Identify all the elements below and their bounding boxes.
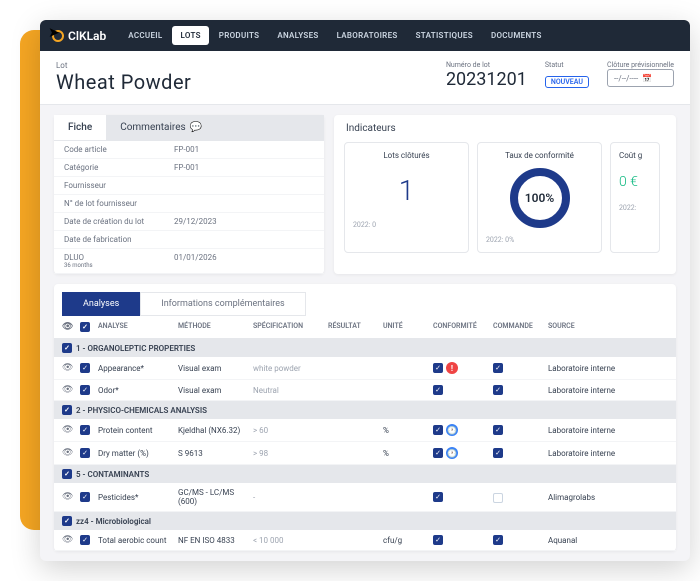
- order-checkbox[interactable]: [493, 385, 503, 395]
- app-window: ClKLab ACCUEILLOTSPRODUITSANALYSESLABORA…: [40, 20, 690, 561]
- comment-icon: 💬: [190, 122, 202, 133]
- section-checkbox[interactable]: [62, 405, 72, 415]
- col-header: SOURCE: [548, 322, 668, 332]
- table-row: 👁Odor*Visual examNeutralLaboratoire inte…: [54, 380, 676, 401]
- eye-icon[interactable]: 👁: [62, 385, 73, 395]
- status-badge: NOUVEAU: [545, 76, 589, 88]
- page-title: Wheat Powder: [56, 70, 191, 94]
- indicator-card: Lots clôturés12022: 0: [344, 142, 469, 253]
- section-header[interactable]: 2 - PHYSICO-CHEMICALS ANALYSIS: [54, 401, 676, 419]
- col-header: RÉSULTAT: [328, 322, 383, 332]
- table-row: 👁Pesticides*GC/MS - LC/MS (600)-Alimagro…: [54, 483, 676, 512]
- header-sub: Lot: [56, 61, 191, 70]
- section-header[interactable]: 1 - ORGANOLEPTIC PROPERTIES: [54, 339, 676, 357]
- table-row: 👁Dry matter (%)S 9613> 98%🕐Laboratoire i…: [54, 442, 676, 465]
- fiche-card: Fiche Commentaires 💬 Code articleFP-001C…: [54, 115, 324, 274]
- order-checkbox[interactable]: [493, 425, 503, 435]
- order-checkbox[interactable]: [493, 493, 503, 503]
- eye-icon[interactable]: 👁: [62, 448, 73, 458]
- fiche-row: DLUO36 months01/01/2026: [54, 249, 324, 274]
- clock-icon: 🕐: [446, 424, 458, 436]
- section-header[interactable]: zz4 - Microbiological: [54, 512, 676, 530]
- eye-icon: 👁: [62, 322, 73, 332]
- row-checkbox[interactable]: [80, 385, 90, 395]
- analyses-card: Analyses Informations complémentaires 👁A…: [54, 284, 676, 551]
- tab-infos-compl[interactable]: Informations complémentaires: [140, 292, 305, 316]
- conformity-checkbox[interactable]: [433, 385, 443, 395]
- order-checkbox[interactable]: [493, 363, 503, 373]
- indicator-card: Coût g0 €2022:: [610, 142, 660, 253]
- lot-number-label: Numéro de lot: [446, 61, 527, 69]
- conformity-checkbox[interactable]: [433, 425, 443, 435]
- eye-icon[interactable]: 👁: [62, 425, 73, 435]
- table-row: 👁Appearance*Visual examwhite powder!Labo…: [54, 357, 676, 380]
- nav-accueil[interactable]: ACCUEIL: [120, 26, 170, 45]
- order-checkbox[interactable]: [493, 448, 503, 458]
- close-date-label: Clôture prévisionnelle: [607, 61, 674, 69]
- conformity-checkbox[interactable]: [433, 492, 443, 502]
- section-checkbox[interactable]: [62, 343, 72, 353]
- fiche-row: N° de lot fournisseur: [54, 195, 324, 213]
- row-checkbox[interactable]: [80, 363, 90, 373]
- row-checkbox[interactable]: [80, 448, 90, 458]
- tab-commentaires[interactable]: Commentaires 💬: [106, 115, 324, 140]
- close-date-value: --/--/----: [614, 74, 638, 83]
- page-header: Lot Wheat Powder Numéro de lot 20231201 …: [40, 51, 690, 105]
- alert-icon: !: [446, 362, 458, 374]
- row-checkbox[interactable]: [80, 492, 90, 502]
- col-header: COMMANDE: [493, 322, 548, 332]
- nav-documents[interactable]: DOCUMENTS: [483, 26, 550, 45]
- eye-icon[interactable]: 👁: [62, 492, 73, 502]
- calendar-icon: 📅: [642, 74, 652, 83]
- col-header: CONFORMITÉ: [433, 322, 493, 332]
- fiche-row: Date de fabrication: [54, 231, 324, 249]
- lot-number-value: 20231201: [446, 69, 527, 90]
- tab-fiche[interactable]: Fiche: [54, 115, 106, 140]
- col-header: 👁: [62, 322, 80, 332]
- fiche-row: CatégorieFP-001: [54, 159, 324, 177]
- brand-text: ClKLab: [68, 29, 106, 43]
- eye-icon[interactable]: 👁: [62, 363, 73, 373]
- conformity-checkbox[interactable]: [433, 448, 443, 458]
- fiche-row: Date de création du lot29/12/2023: [54, 213, 324, 231]
- table-row: 👁Protein contentKjeldhal (NX6.32)> 60%🕐L…: [54, 419, 676, 442]
- select-all-checkbox[interactable]: [80, 322, 90, 332]
- nav-statistiques[interactable]: STATISTIQUES: [408, 26, 481, 45]
- nav-produits[interactable]: PRODUITS: [211, 26, 268, 45]
- table-row: 👁Total aerobic countNF EN ISO 4833< 10 0…: [54, 530, 676, 551]
- fiche-row: Code articleFP-001: [54, 141, 324, 159]
- section-header[interactable]: 5 - CONTAMINANTS: [54, 465, 676, 483]
- conformity-donut: 100%: [510, 168, 570, 228]
- col-header: UNITÉ: [383, 322, 433, 332]
- nav-lots[interactable]: LOTS: [172, 26, 208, 45]
- row-checkbox[interactable]: [80, 425, 90, 435]
- top-navbar: ClKLab ACCUEILLOTSPRODUITSANALYSESLABORA…: [40, 20, 690, 51]
- indicators-title: Indicateurs: [334, 115, 676, 142]
- conformity-checkbox[interactable]: [433, 363, 443, 373]
- indicator-card: Taux de conformité100%2022: 0%: [477, 142, 602, 253]
- indicators-card: Indicateurs Lots clôturés12022: 0Taux de…: [334, 115, 676, 274]
- section-checkbox[interactable]: [62, 516, 72, 526]
- cursor-icon: ➤: [48, 25, 60, 41]
- col-header: SPÉCIFICATION: [253, 322, 328, 332]
- status-label: Statut: [545, 61, 589, 69]
- tab-analyses[interactable]: Analyses: [62, 292, 140, 316]
- fiche-row: Fournisseur: [54, 177, 324, 195]
- nav-laboratoires[interactable]: LABORATOIRES: [329, 26, 406, 45]
- col-header: MÉTHODE: [178, 322, 253, 332]
- col-header: ANALYSE: [98, 322, 178, 332]
- clock-icon: 🕐: [446, 447, 458, 459]
- nav-analyses[interactable]: ANALYSES: [269, 26, 326, 45]
- section-checkbox[interactable]: [62, 469, 72, 479]
- close-date-input[interactable]: --/--/---- 📅: [607, 69, 674, 87]
- col-header: [80, 322, 98, 332]
- brand-logo[interactable]: ClKLab: [52, 29, 106, 43]
